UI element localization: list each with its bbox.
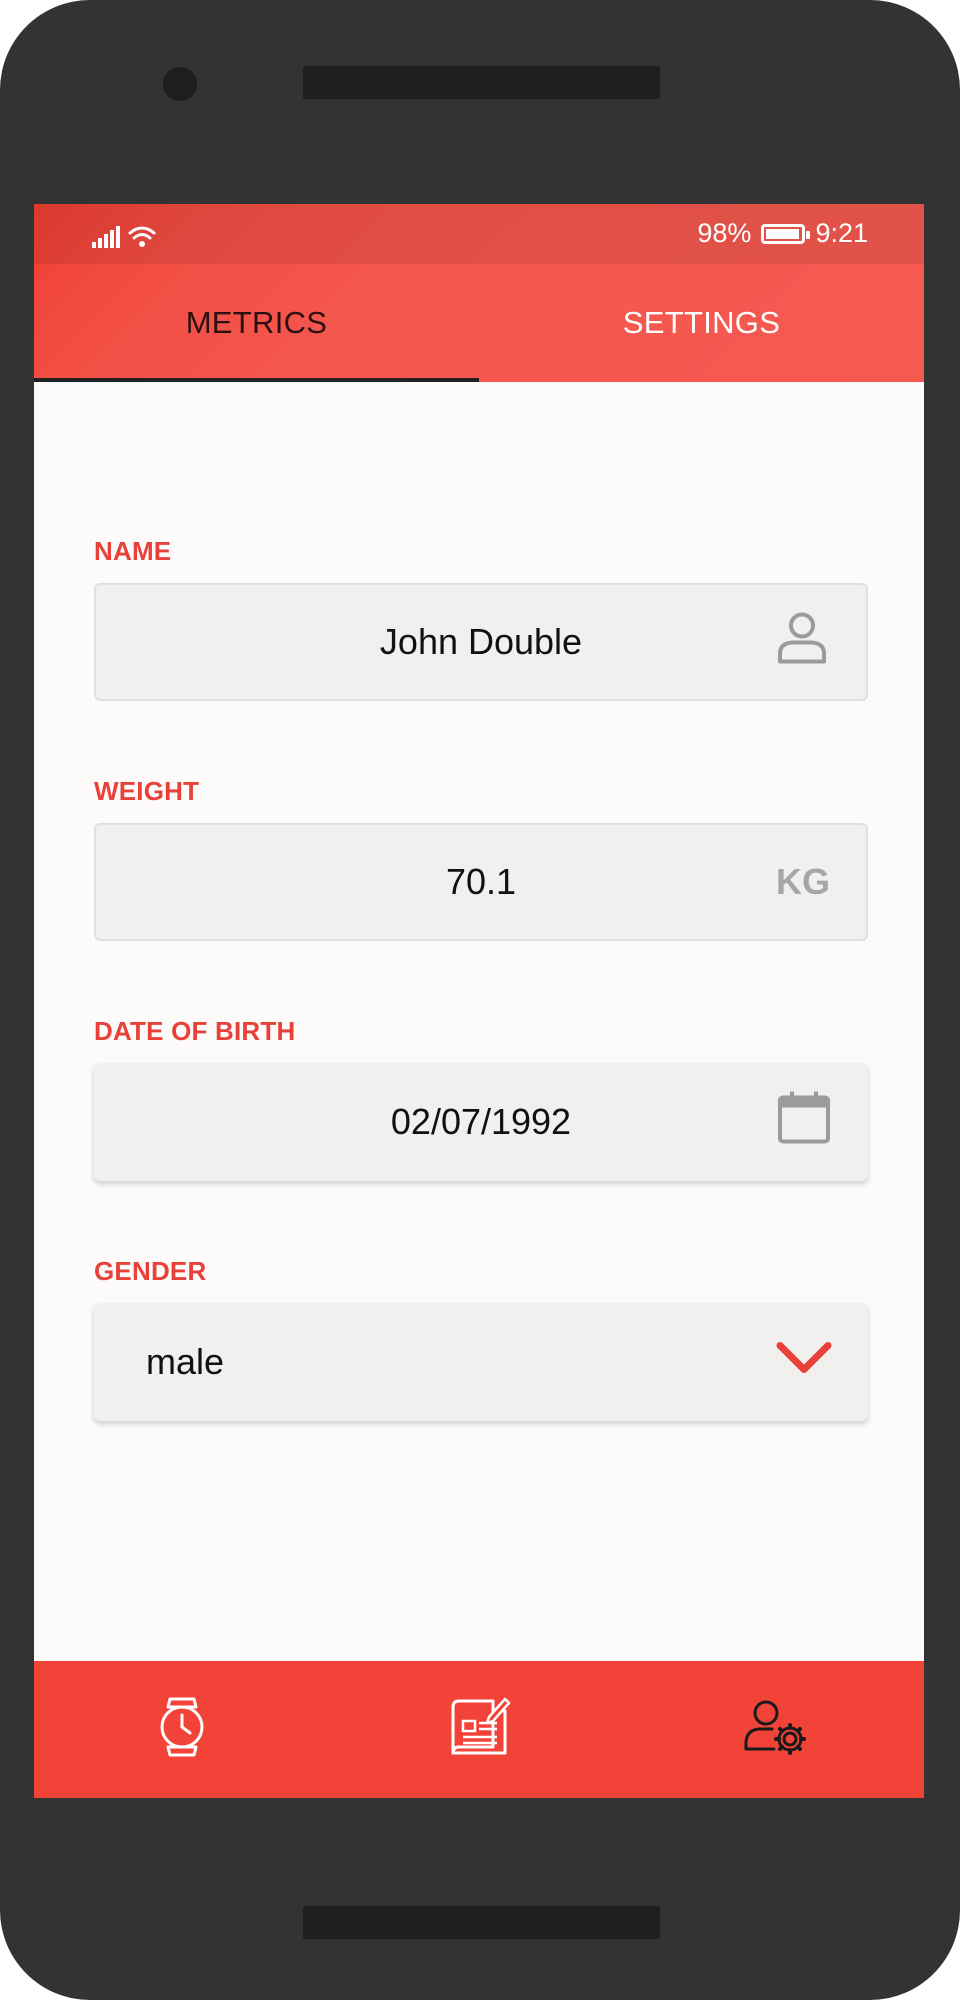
- gender-value: male: [146, 1341, 225, 1382]
- battery-fill: [766, 228, 800, 239]
- dob-value: 02/07/1992: [390, 1101, 572, 1142]
- app-bar: 98% 9:21 METRICS SETTINGS: [34, 204, 924, 382]
- battery-percent: 98%: [697, 218, 752, 248]
- nav-user-settings-button[interactable]: [716, 1675, 836, 1785]
- dob-field[interactable]: 02/07/1992: [94, 1063, 868, 1181]
- front-camera: [163, 67, 197, 101]
- tab-metrics[interactable]: METRICS: [34, 264, 479, 382]
- name-label: NAME: [94, 536, 172, 566]
- dob-label: DATE OF BIRTH: [94, 1016, 296, 1046]
- weight-value: 70.1: [445, 861, 517, 902]
- weight-label: WEIGHT: [94, 776, 200, 806]
- active-tab-indicator: [34, 378, 479, 382]
- person-icon: [774, 610, 830, 675]
- tab-settings[interactable]: SETTINGS: [479, 264, 924, 382]
- battery-icon: [761, 223, 811, 244]
- weight-field[interactable]: 70.1 KG: [94, 823, 868, 941]
- chevron-down-icon[interactable]: [776, 1338, 832, 1387]
- gender-label: GENDER: [94, 1256, 207, 1286]
- signal-icon: [92, 224, 120, 255]
- bottom-navigation: [34, 1661, 924, 1798]
- watch-icon: [156, 1695, 208, 1764]
- phone-frame: 98% 9:21 METRICS SETTINGS NAME John Doub…: [0, 0, 960, 2000]
- blueprint-edit-icon: [447, 1697, 511, 1762]
- calendar-icon[interactable]: [776, 1090, 832, 1155]
- app-screen: 98% 9:21 METRICS SETTINGS NAME John Doub…: [34, 204, 924, 1798]
- tab-bar: METRICS SETTINGS: [34, 264, 924, 382]
- gender-select[interactable]: male: [94, 1303, 868, 1421]
- nav-plan-button[interactable]: [419, 1675, 539, 1785]
- clock: 9:21: [815, 218, 868, 248]
- weight-unit: KG: [776, 861, 830, 902]
- wifi-icon: [128, 224, 156, 255]
- status-bar: 98% 9:21: [34, 204, 924, 264]
- name-value: John Double: [379, 621, 583, 662]
- bottom-speaker: [303, 1906, 660, 1939]
- nav-watch-button[interactable]: [122, 1675, 242, 1785]
- user-settings-icon: [744, 1699, 808, 1760]
- name-field[interactable]: John Double: [94, 583, 868, 701]
- top-speaker: [303, 66, 660, 99]
